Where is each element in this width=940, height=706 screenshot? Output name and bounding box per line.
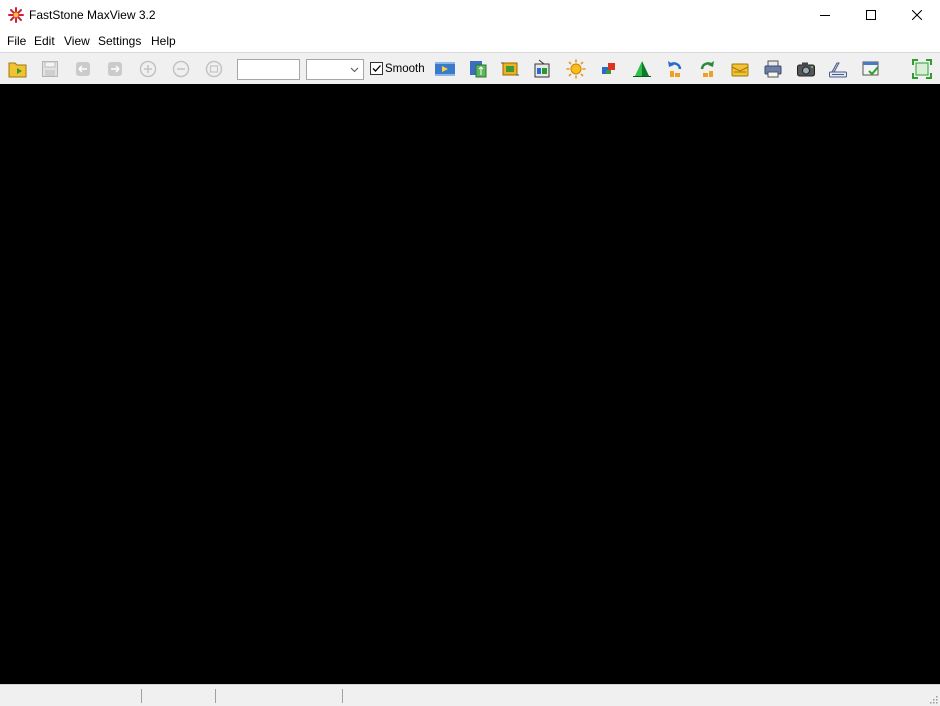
status-pane-1	[4, 688, 138, 702]
brightness-button[interactable]	[565, 58, 587, 80]
resize-icon	[470, 61, 487, 78]
window-title: FastStone MaxView 3.2	[29, 8, 156, 22]
save-icon	[42, 61, 58, 77]
slideshow-icon	[435, 62, 455, 76]
color-adjust-icon	[534, 59, 550, 78]
color-adjust-button[interactable]	[532, 58, 554, 80]
minimize-button[interactable]	[802, 0, 848, 30]
fullscreen-button[interactable]	[911, 58, 933, 80]
maximize-icon	[866, 10, 876, 20]
resize-grip-icon[interactable]	[928, 694, 938, 704]
status-bar	[0, 684, 940, 706]
zoom-out-icon	[172, 60, 190, 78]
open-folder-icon	[8, 62, 27, 78]
settings-check-icon	[862, 61, 879, 76]
camera-icon	[797, 62, 815, 77]
crop-button[interactable]	[499, 58, 521, 80]
actual-size-button[interactable]	[203, 58, 225, 80]
menu-edit[interactable]: Edit	[34, 34, 55, 48]
slideshow-button[interactable]	[434, 58, 456, 80]
title-bar[interactable]: FastStone MaxView 3.2	[0, 0, 940, 30]
close-icon	[912, 10, 922, 20]
menu-bar: File Edit View Settings Help	[0, 30, 940, 52]
camera-button[interactable]	[795, 58, 817, 80]
menu-view[interactable]: View	[64, 34, 90, 48]
close-button[interactable]	[894, 0, 940, 30]
status-pane-4	[346, 688, 916, 702]
settings-check-button[interactable]	[860, 58, 882, 80]
status-divider	[342, 689, 343, 703]
sharpen-button[interactable]	[631, 58, 653, 80]
effects-button[interactable]	[598, 58, 620, 80]
zoom-in-button[interactable]	[137, 58, 159, 80]
status-pane-2	[145, 688, 213, 702]
print-button[interactable]	[762, 58, 784, 80]
previous-button[interactable]	[72, 58, 94, 80]
actual-size-icon	[205, 60, 223, 78]
zoom-in-icon	[139, 60, 157, 78]
rotate-left-button[interactable]	[664, 58, 686, 80]
save-button[interactable]	[39, 58, 61, 80]
effects-icon	[602, 63, 615, 74]
email-icon	[731, 63, 749, 77]
next-icon	[108, 62, 122, 76]
zoom-out-button[interactable]	[170, 58, 192, 80]
zoom-select[interactable]	[306, 59, 364, 80]
scanner-icon	[829, 62, 847, 78]
image-viewer[interactable]	[0, 84, 940, 684]
maximize-button[interactable]	[848, 0, 894, 30]
print-icon	[764, 60, 782, 78]
zoom-input[interactable]	[237, 59, 300, 80]
status-divider	[215, 689, 216, 703]
checkmark-icon	[372, 65, 381, 72]
fullscreen-icon	[912, 59, 932, 79]
sharpen-icon	[633, 61, 651, 77]
scanner-button[interactable]	[827, 58, 849, 80]
toolbar: Smooth	[0, 52, 940, 84]
menu-help[interactable]: Help	[151, 34, 176, 48]
rotate-right-icon	[700, 61, 714, 77]
email-button[interactable]	[729, 58, 751, 80]
menu-settings[interactable]: Settings	[98, 34, 141, 48]
faststone-app-icon	[8, 7, 24, 23]
previous-icon	[76, 62, 90, 76]
crop-icon	[501, 62, 519, 76]
rotate-right-button[interactable]	[696, 58, 718, 80]
open-button[interactable]	[7, 58, 29, 80]
smooth-checkbox[interactable]	[370, 62, 383, 75]
brightness-icon	[566, 59, 586, 79]
status-pane-3	[219, 688, 340, 702]
minimize-icon	[820, 15, 830, 16]
resize-button[interactable]	[467, 58, 489, 80]
status-divider	[141, 689, 142, 703]
rotate-left-icon	[668, 61, 682, 77]
smooth-label: Smooth	[385, 63, 425, 75]
next-button[interactable]	[104, 58, 126, 80]
menu-file[interactable]: File	[7, 34, 26, 48]
chevron-down-icon	[350, 67, 359, 73]
